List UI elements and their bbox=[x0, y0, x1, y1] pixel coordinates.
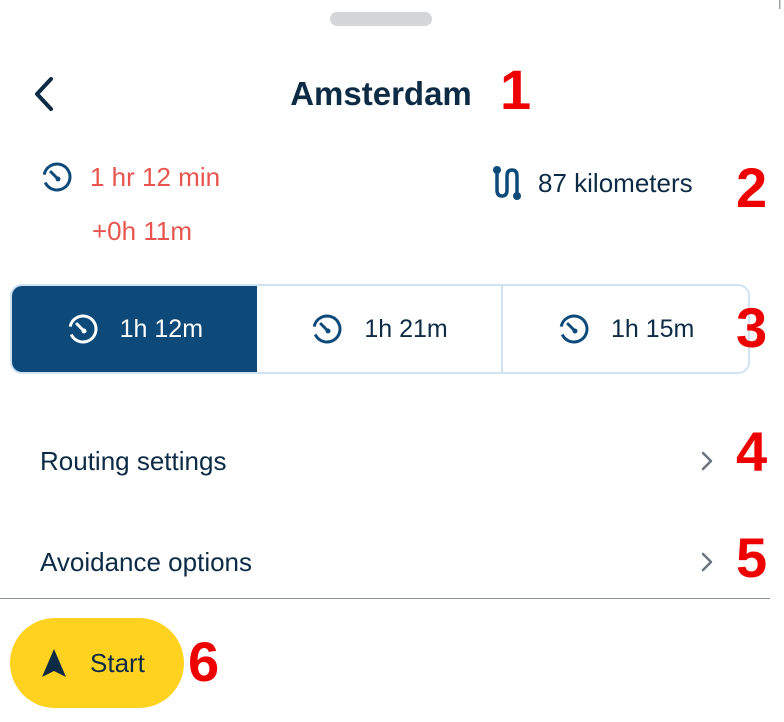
route-option-label: 1h 15m bbox=[610, 315, 695, 343]
start-button[interactable]: Start bbox=[10, 618, 184, 708]
timer-icon bbox=[312, 314, 342, 344]
section-divider bbox=[0, 598, 770, 599]
start-button-label: Start bbox=[90, 648, 145, 678]
distance-summary: 87 kilometers bbox=[490, 164, 693, 202]
page-title: Amsterdam bbox=[290, 75, 472, 112]
route-option-2[interactable]: 1h 21m bbox=[256, 286, 504, 372]
routing-settings-label: Routing settings bbox=[40, 446, 227, 476]
corner-glyph: ا bbox=[777, 0, 782, 13]
annotation-badge-6: 6 bbox=[188, 630, 220, 693]
annotation-badge-1: 1 bbox=[500, 58, 532, 121]
sheet-drag-handle[interactable] bbox=[330, 12, 432, 26]
annotation-badge-2: 2 bbox=[736, 156, 768, 219]
route-option-1[interactable]: 1h 12m bbox=[12, 286, 257, 372]
route-options: 1h 12m 1h 21m 1h 15m bbox=[10, 284, 750, 374]
chevron-right-icon bbox=[701, 451, 713, 471]
avoidance-options-label: Avoidance options bbox=[40, 547, 253, 577]
route-option-3[interactable]: 1h 15m bbox=[503, 286, 748, 372]
timer-icon bbox=[68, 314, 98, 344]
navigation-arrow-icon bbox=[42, 649, 66, 677]
distance-text: 87 kilometers bbox=[538, 168, 693, 198]
annotation-badge-3: 3 bbox=[736, 296, 768, 359]
route-option-label: 1h 12m bbox=[119, 315, 204, 343]
chevron-right-icon bbox=[701, 552, 713, 572]
eta-delay: +0h 11m bbox=[92, 216, 192, 246]
annotation-badge-5: 5 bbox=[736, 526, 768, 589]
route-icon bbox=[493, 166, 521, 200]
avoidance-options-row[interactable]: Avoidance options bbox=[40, 537, 716, 587]
eta-summary: 1 hr 12 min bbox=[40, 160, 220, 194]
timer-icon bbox=[42, 162, 72, 192]
annotation-badge-4: 4 bbox=[736, 420, 768, 483]
timer-icon bbox=[559, 314, 589, 344]
routing-settings-row[interactable]: Routing settings bbox=[40, 436, 716, 486]
route-option-label: 1h 21m bbox=[364, 315, 448, 343]
eta-time: 1 hr 12 min bbox=[90, 162, 221, 192]
